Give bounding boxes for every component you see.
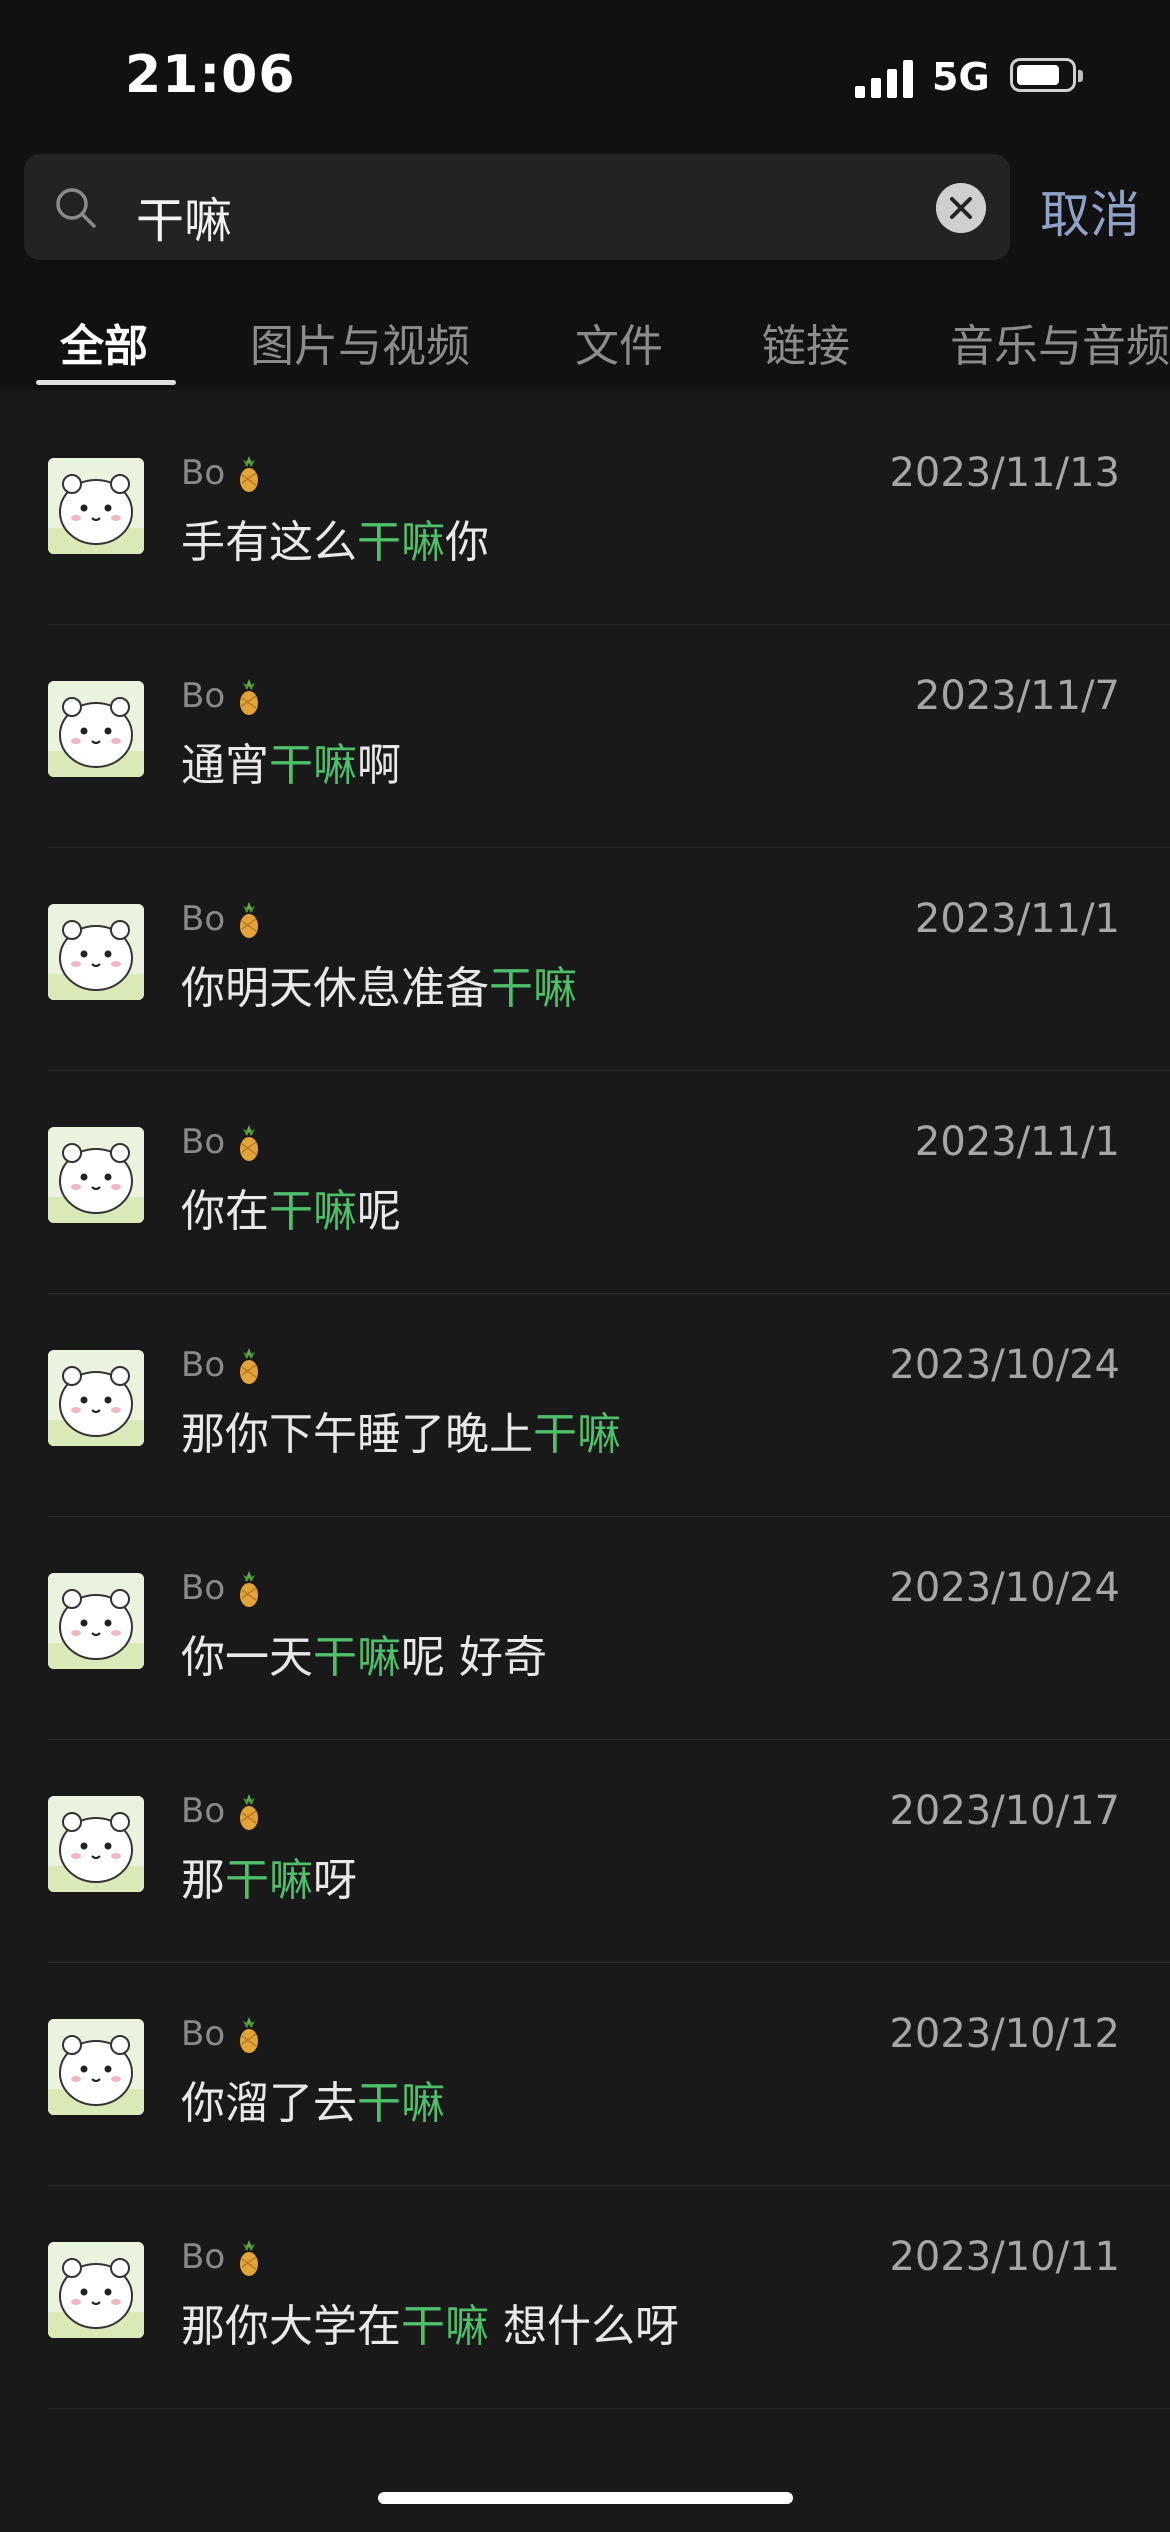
search-match-highlight: 干嘛 bbox=[489, 963, 577, 1014]
snippet-text: 你明天休息准备 bbox=[181, 963, 489, 1014]
search-match-highlight: 干嘛 bbox=[357, 2078, 445, 2129]
snippet-text: 呢 好奇 bbox=[401, 1632, 547, 1683]
sender-name: Bo bbox=[181, 1568, 226, 1608]
avatar bbox=[48, 681, 144, 777]
avatar bbox=[48, 458, 144, 554]
active-tab-indicator bbox=[36, 380, 176, 385]
pineapple-emoji-icon bbox=[234, 1346, 264, 1386]
search-match-highlight: 干嘛 bbox=[313, 1632, 401, 1683]
sender-name: Bo bbox=[181, 453, 226, 493]
status-bar: 21:06 5G bbox=[0, 0, 1170, 150]
status-time: 21:06 bbox=[125, 45, 296, 105]
search-match-highlight: 干嘛 bbox=[269, 1186, 357, 1237]
result-item[interactable]: Bo 2023/11/7 通宵干嘛啊 bbox=[0, 623, 1170, 848]
result-item[interactable]: Bo 2023/11/13 手有这么干嘛你 bbox=[0, 400, 1170, 625]
avatar bbox=[48, 2019, 144, 2115]
row-divider bbox=[48, 2408, 1170, 2409]
search-query: 干嘛 bbox=[136, 193, 233, 249]
pineapple-emoji-icon bbox=[234, 1792, 264, 1832]
sender-name: Bo bbox=[181, 1122, 226, 1162]
search-icon bbox=[56, 188, 96, 228]
result-item[interactable]: Bo 2023/11/1 你在干嘛呢 bbox=[0, 1069, 1170, 1294]
pineapple-emoji-icon bbox=[234, 900, 264, 940]
pineapple-emoji-icon bbox=[234, 2015, 264, 2055]
avatar bbox=[48, 2242, 144, 2338]
cancel-button[interactable]: 取消 bbox=[1040, 175, 1140, 247]
search-match-highlight: 干嘛 bbox=[357, 517, 445, 568]
message-snippet: 手有这么干嘛你 bbox=[181, 506, 489, 570]
message-snippet: 通宵干嘛啊 bbox=[181, 729, 401, 793]
search-bar: 干嘛 取消 bbox=[0, 150, 1170, 280]
snippet-text: 呀 bbox=[313, 1855, 357, 1906]
tab-all[interactable]: 全部 bbox=[60, 310, 148, 374]
message-date: 2023/11/1 bbox=[914, 896, 1120, 942]
message-date: 2023/11/7 bbox=[914, 673, 1120, 719]
search-match-highlight: 干嘛 bbox=[401, 2301, 489, 2352]
result-item[interactable]: Bo 2023/10/12 你溜了去干嘛 bbox=[0, 1961, 1170, 2186]
battery-icon bbox=[1010, 58, 1083, 92]
snippet-text: 想什么呀 bbox=[489, 2301, 679, 2352]
tab-files[interactable]: 文件 bbox=[575, 310, 663, 374]
snippet-text: 你 bbox=[445, 517, 489, 568]
search-input[interactable]: 干嘛 bbox=[24, 154, 1010, 260]
message-snippet: 你明天休息准备干嘛 bbox=[181, 952, 577, 1016]
sender-name: Bo bbox=[181, 2237, 226, 2277]
pineapple-emoji-icon bbox=[234, 2238, 264, 2278]
snippet-text: 你一天 bbox=[181, 1632, 313, 1683]
message-date: 2023/10/12 bbox=[889, 2011, 1120, 2057]
message-date: 2023/10/24 bbox=[889, 1565, 1120, 1611]
network-type: 5G bbox=[932, 55, 990, 99]
result-item[interactable]: Bo 2023/10/11 那你大学在干嘛 想什么呀 bbox=[0, 2184, 1170, 2409]
message-date: 2023/11/13 bbox=[889, 450, 1120, 496]
result-item[interactable]: Bo 2023/10/24 你一天干嘛呢 好奇 bbox=[0, 1515, 1170, 1740]
message-snippet: 那你下午睡了晚上干嘛 bbox=[181, 1398, 621, 1462]
message-date: 2023/11/1 bbox=[914, 1119, 1120, 1165]
tab-links[interactable]: 链接 bbox=[762, 310, 850, 374]
avatar bbox=[48, 904, 144, 1000]
tab-music-audio[interactable]: 音乐与音频 bbox=[950, 310, 1170, 374]
message-date: 2023/10/17 bbox=[889, 1788, 1120, 1834]
tab-images-videos[interactable]: 图片与视频 bbox=[250, 310, 470, 374]
result-item[interactable]: Bo 2023/11/1 你明天休息准备干嘛 bbox=[0, 846, 1170, 1071]
search-match-highlight: 干嘛 bbox=[533, 1409, 621, 1460]
snippet-text: 手有这么 bbox=[181, 517, 357, 568]
message-date: 2023/10/11 bbox=[889, 2234, 1120, 2280]
pineapple-emoji-icon bbox=[234, 454, 264, 494]
sender-name: Bo bbox=[181, 2014, 226, 2054]
cellular-signal-icon bbox=[855, 58, 917, 98]
sender-name: Bo bbox=[181, 676, 226, 716]
snippet-text: 那你下午睡了晚上 bbox=[181, 1409, 533, 1460]
filter-tabs: 全部 图片与视频 文件 链接 音乐与音频 bbox=[0, 280, 1170, 390]
avatar bbox=[48, 1350, 144, 1446]
snippet-text: 你溜了去 bbox=[181, 2078, 357, 2129]
result-item[interactable]: Bo 2023/10/17 那干嘛呀 bbox=[0, 1738, 1170, 1963]
message-snippet: 你溜了去干嘛 bbox=[181, 2067, 445, 2131]
clear-search-icon[interactable] bbox=[936, 183, 986, 233]
message-snippet: 你在干嘛呢 bbox=[181, 1175, 401, 1239]
message-date: 2023/10/24 bbox=[889, 1342, 1120, 1388]
message-snippet: 你一天干嘛呢 好奇 bbox=[181, 1621, 547, 1685]
home-indicator[interactable] bbox=[378, 2492, 793, 2504]
avatar bbox=[48, 1573, 144, 1669]
snippet-text: 呢 bbox=[357, 1186, 401, 1237]
search-match-highlight: 干嘛 bbox=[269, 740, 357, 791]
snippet-text: 那你大学在 bbox=[181, 2301, 401, 2352]
sender-name: Bo bbox=[181, 1345, 226, 1385]
avatar bbox=[48, 1796, 144, 1892]
result-item[interactable]: Bo 2023/10/24 那你下午睡了晚上干嘛 bbox=[0, 1292, 1170, 1517]
message-snippet: 那干嘛呀 bbox=[181, 1844, 357, 1908]
pineapple-emoji-icon bbox=[234, 1569, 264, 1609]
snippet-text: 你在 bbox=[181, 1186, 269, 1237]
avatar bbox=[48, 1127, 144, 1223]
pineapple-emoji-icon bbox=[234, 1123, 264, 1163]
search-match-highlight: 干嘛 bbox=[225, 1855, 313, 1906]
message-snippet: 那你大学在干嘛 想什么呀 bbox=[181, 2290, 679, 2354]
snippet-text: 通宵 bbox=[181, 740, 269, 791]
snippet-text: 啊 bbox=[357, 740, 401, 791]
sender-name: Bo bbox=[181, 1791, 226, 1831]
snippet-text: 那 bbox=[181, 1855, 225, 1906]
pineapple-emoji-icon bbox=[234, 677, 264, 717]
sender-name: Bo bbox=[181, 899, 226, 939]
